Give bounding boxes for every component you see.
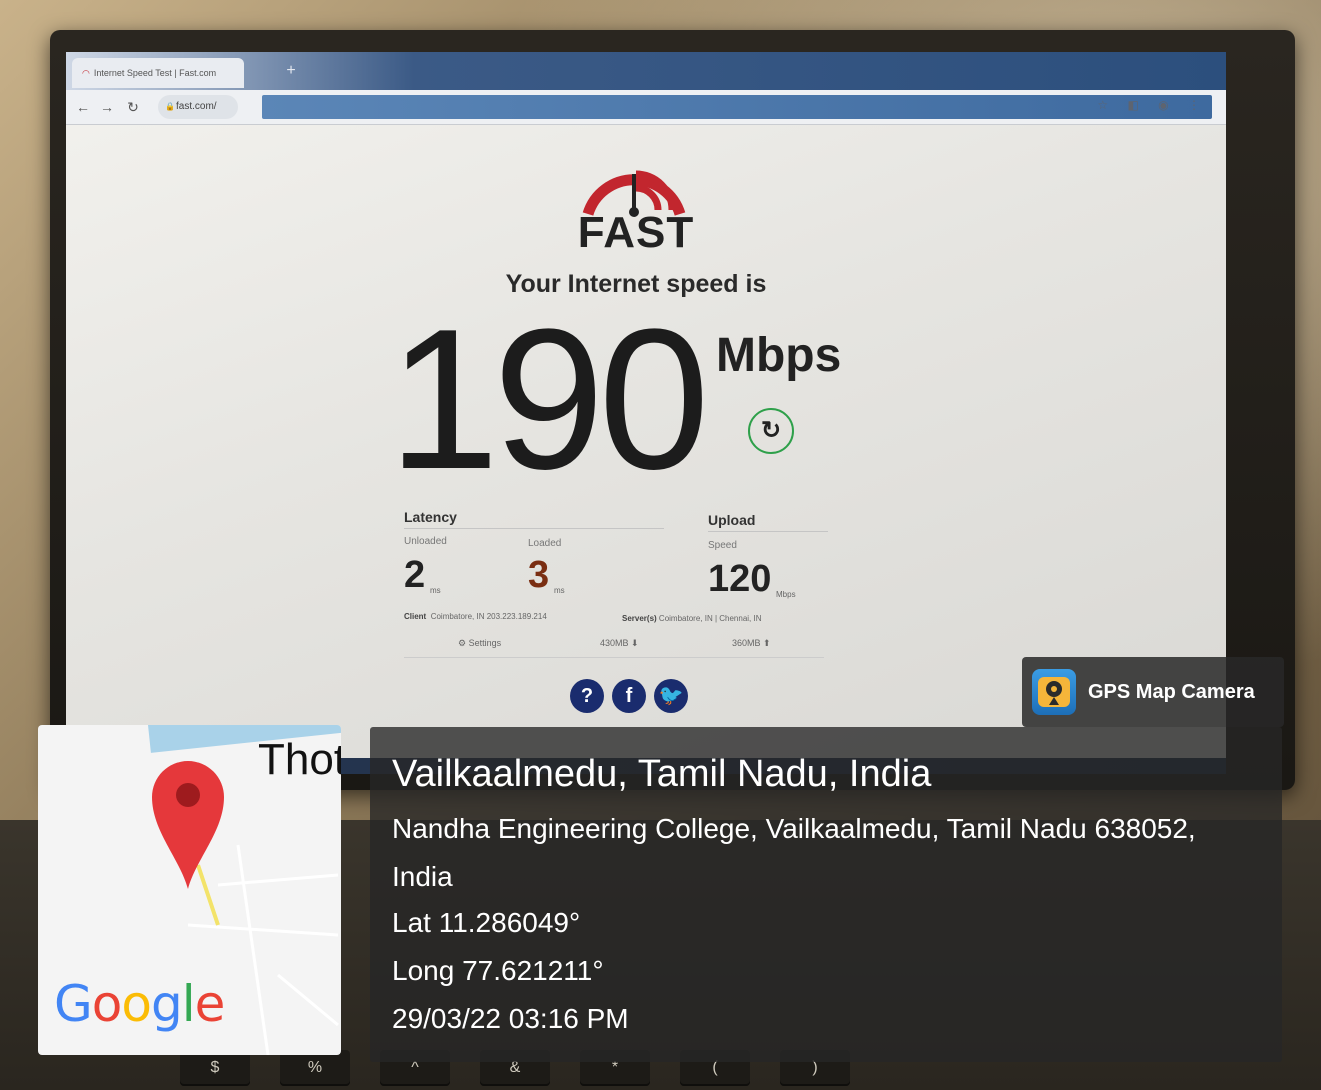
address-highlight [262, 95, 1212, 119]
loaded-latency-value: 3 [528, 554, 550, 596]
facebook-icon[interactable]: f [612, 679, 646, 713]
upload-data-amount: 360MB ⬆ [732, 638, 771, 648]
browser-tabbar: ◠ Internet Speed Test | Fast.com + [66, 52, 1226, 90]
upload-speed-value: 120 [708, 558, 772, 600]
unloaded-latency-unit: ms [430, 586, 441, 595]
gps-camera-app-icon [1032, 669, 1076, 715]
forward-icon[interactable]: → [98, 97, 116, 117]
client-value: Coimbatore, IN 203.223.189.214 [430, 612, 547, 621]
date-time: 29/03/22 03:16 PM [392, 1003, 629, 1034]
url-field[interactable]: 🔒 fast.com/ [158, 95, 238, 119]
latency-label: Latency [404, 509, 457, 525]
key-percent: % [280, 1050, 350, 1086]
download-data-amount: 430MB ⬇ [600, 638, 639, 648]
client-info: Client Coimbatore, IN 203.223.189.214 [404, 612, 547, 621]
map-thumbnail: Thot Google [38, 725, 341, 1055]
download-speed-unit: Mbps [716, 329, 842, 382]
servers-value: Coimbatore, IN | Chennai, IN [658, 614, 762, 623]
back-icon[interactable]: ← [74, 97, 92, 117]
latitude: Lat 11.286049° [392, 907, 581, 938]
upload-speed-unit: Mbps [776, 590, 796, 599]
gps-map-camera-badge: GPS Map Camera [1022, 657, 1284, 727]
fast-logo-text: FAST [577, 208, 695, 257]
gear-icon: ⚙ [458, 638, 467, 648]
settings-divider [404, 657, 824, 658]
browser-tab[interactable]: ◠ Internet Speed Test | Fast.com [72, 58, 244, 88]
refresh-button[interactable]: ↻ [748, 408, 794, 454]
gps-info-panel: Vailkaalmedu, Tamil Nadu, India Nandha E… [370, 727, 1282, 1062]
unloaded-label: Unloaded [404, 536, 447, 547]
browser-toolbar-icons[interactable]: ☆ ◧ ◉ ⋮ [1097, 98, 1208, 112]
loaded-latency-unit: ms [554, 586, 565, 595]
address-line-1: Nandha Engineering College, Vailkaalmedu… [392, 813, 1196, 844]
twitter-icon[interactable]: 🐦 [654, 679, 688, 713]
upload-label: Upload [708, 512, 756, 528]
settings-label: Settings [468, 638, 502, 648]
lock-icon: 🔒 [165, 102, 175, 111]
latency-divider [404, 528, 664, 529]
url-text: fast.com/ [176, 101, 217, 112]
settings-link[interactable]: ⚙ Settings [458, 638, 501, 649]
reload-icon[interactable]: ↻ [124, 97, 142, 117]
servers-label: Server(s) [622, 614, 657, 623]
upload-speed-label: Speed [708, 540, 737, 551]
tab-title: Internet Speed Test | Fast.com [93, 68, 217, 78]
map-place-label: Thot [258, 735, 341, 784]
upload-divider [708, 531, 828, 532]
unloaded-latency-value: 2 [404, 554, 426, 596]
upload-arrow-icon: ⬆ [763, 638, 771, 648]
browser-addressbar: ← → ↻ 🔒 fast.com/ ☆ ◧ ◉ ⋮ [66, 90, 1226, 125]
location-title: Vailkaalmedu, Tamil Nadu, India [392, 753, 932, 795]
address-line-2: India [392, 861, 453, 892]
new-tab-icon[interactable]: + [278, 60, 304, 82]
map-pin-icon [152, 761, 224, 889]
longitude: Long 77.621211° [392, 955, 604, 986]
help-icon[interactable]: ? [570, 679, 604, 713]
google-logo: Google [54, 975, 225, 1033]
gps-app-name: GPS Map Camera [1088, 681, 1255, 703]
key-dollar: $ [180, 1050, 250, 1086]
download-arrow-icon: ⬇ [631, 638, 639, 648]
fast-tab-icon: ◠ [82, 68, 90, 78]
server-info: Server(s) Coimbatore, IN | Chennai, IN [622, 614, 762, 623]
client-label: Client [404, 612, 427, 621]
download-speed-value: 190 [388, 288, 710, 511]
loaded-label: Loaded [528, 538, 562, 549]
